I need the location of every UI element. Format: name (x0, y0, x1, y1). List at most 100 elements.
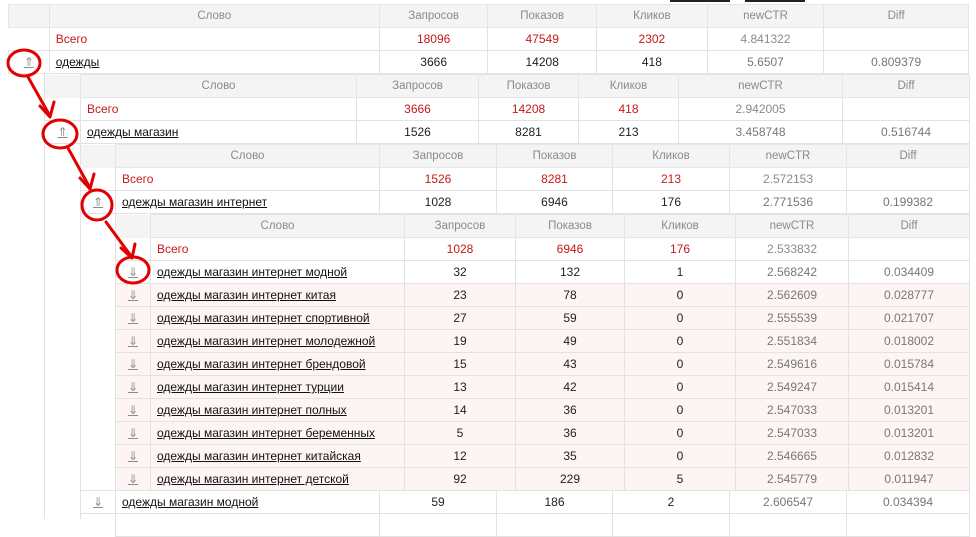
level3-table: Слово Запросов Показов Кликов newCTR Dif… (80, 144, 970, 214)
arrow-down-icon[interactable]: ⇓ (128, 380, 138, 394)
header-word[interactable]: Слово (150, 214, 405, 238)
row-word-link[interactable]: одежды магазин интернет спортивной (157, 311, 370, 325)
row-word-link[interactable]: одежды магазин интернет молодежной (157, 334, 375, 348)
header-shows[interactable]: Показов (496, 144, 613, 168)
header-diff[interactable]: Diff (846, 144, 970, 168)
row-word-link[interactable]: одежды магазин интернет китайская (157, 449, 361, 463)
arrow-down-icon[interactable]: ⇓ (128, 426, 138, 440)
row-word-link[interactable]: одежды (56, 55, 100, 69)
total-shows: 14208 (478, 97, 579, 121)
row-diff: 0.199382 (846, 190, 970, 214)
expand-button[interactable]: ⇓ (115, 329, 151, 353)
row-word-link[interactable]: одежды магазин (87, 125, 178, 139)
expand-button[interactable]: ⇓ (115, 306, 151, 330)
expand-button[interactable]: ⇓ (115, 283, 151, 307)
row-word: одежды магазин интернет турции (150, 375, 405, 399)
row-queries: 15 (404, 352, 516, 376)
expand-button[interactable]: ⇓ (115, 467, 151, 491)
total-ctr: 4.841322 (706, 27, 825, 51)
arrow-up-icon[interactable]: ⇑ (57, 125, 67, 139)
header-shows[interactable]: Показов (487, 4, 597, 28)
collapse-button[interactable]: ⇑ (8, 50, 50, 74)
header-ctr[interactable]: newCTR (729, 144, 847, 168)
table-header: Слово Запросов Показов Кликов newCTR Dif… (80, 144, 970, 168)
row-word-link[interactable]: одежды магазин интернет детской (157, 472, 349, 486)
row-word: одежды магазин интернет брендовой (150, 352, 405, 376)
header-ctr[interactable]: newCTR (735, 214, 849, 238)
row-word-link[interactable]: одежды магазин интернет полных (157, 403, 347, 417)
total-label: Всего (150, 237, 405, 261)
arrow-up-icon[interactable]: ⇑ (93, 195, 103, 209)
row-word-link[interactable]: одежды магазин интернет турции (157, 380, 344, 394)
arrow-down-icon[interactable]: ⇓ (93, 495, 103, 509)
row-word-link[interactable]: одежды магазин интернет модной (157, 265, 347, 279)
arrow-down-icon[interactable]: ⇓ (128, 288, 138, 302)
arrow-down-icon[interactable]: ⇓ (128, 334, 138, 348)
row-shows: 8281 (478, 120, 579, 144)
row-word-link[interactable]: одежды магазин интернет (122, 195, 267, 209)
arrow-down-icon[interactable]: ⇓ (128, 403, 138, 417)
table-row: ⇓ одежды магазин интернет китая 23 78 0 2.562… (115, 283, 970, 307)
header-diff[interactable]: Diff (823, 4, 969, 28)
collapse-button[interactable]: ⇑ (80, 190, 116, 214)
header-diff[interactable]: Diff (848, 214, 970, 238)
header-shows[interactable]: Показов (515, 214, 625, 238)
row-ctr: 2.549616 (735, 352, 849, 376)
expand-button[interactable]: ⇓ (115, 421, 151, 445)
table-row: ⇑ одежды магазин 1526 8281 213 3.458748 … (44, 120, 970, 144)
arrow-up-icon[interactable]: ⇑ (24, 55, 34, 69)
row-clicks: 0 (624, 306, 736, 330)
header-queries[interactable]: Запросов (379, 144, 497, 168)
top-strip (670, 0, 730, 2)
row-shows: 36 (515, 398, 625, 422)
header-ctr[interactable]: newCTR (678, 74, 843, 98)
row-word: одежды магазин (80, 120, 357, 144)
header-word[interactable]: Слово (48, 4, 380, 28)
header-shows[interactable]: Показов (478, 74, 579, 98)
row-shows: 78 (515, 283, 625, 307)
header-queries[interactable]: Запросов (356, 74, 479, 98)
expand-button[interactable]: ⇓ (115, 444, 151, 468)
header-queries[interactable]: Запросов (378, 4, 489, 28)
row-shows: 59 (515, 306, 625, 330)
row-word: одежды магазин интернет беременных (150, 421, 405, 445)
row-ctr: 2.606547 (729, 490, 847, 514)
row-diff: 0.015784 (848, 352, 970, 376)
header-diff[interactable]: Diff (842, 74, 970, 98)
table-row: ⇓ одежды магазин интернет детской 92 229 5 2.… (115, 467, 970, 491)
arrow-down-icon[interactable]: ⇓ (128, 472, 138, 486)
expand-button[interactable]: ⇓ (115, 352, 151, 376)
header-clicks[interactable]: Кликов (578, 74, 679, 98)
arrow-down-icon[interactable]: ⇓ (128, 265, 138, 279)
expand-button[interactable]: ⇓ (80, 490, 116, 514)
arrow-down-icon[interactable]: ⇓ (128, 311, 138, 325)
header-ctr[interactable]: newCTR (706, 4, 825, 28)
row-word-link[interactable]: одежды магазин интернет беременных (157, 426, 375, 440)
row-queries: 5 (404, 421, 516, 445)
row-queries: 32 (404, 260, 516, 284)
row-word-link[interactable]: одежды магазин интернет брендовой (157, 357, 366, 371)
arrow-down-icon[interactable]: ⇓ (128, 449, 138, 463)
arrow-down-icon[interactable]: ⇓ (128, 357, 138, 371)
row-ctr: 3.458748 (678, 120, 843, 144)
row-diff: 0.013201 (848, 421, 970, 445)
expand-button[interactable]: ⇓ (115, 398, 151, 422)
header-clicks[interactable]: Кликов (624, 214, 736, 238)
expand-button[interactable]: ⇓ (115, 260, 151, 284)
header-clicks[interactable]: Кликов (595, 4, 708, 28)
table-row: ⇓ одежды магазин интернет турции 13 42 0 2.54… (115, 375, 970, 399)
row-diff: 0.012832 (848, 444, 970, 468)
total-queries: 18096 (378, 27, 489, 51)
row-queries: 1526 (356, 120, 479, 144)
header-clicks[interactable]: Кликов (612, 144, 730, 168)
collapse-button[interactable]: ⇑ (44, 120, 81, 144)
row-queries: 23 (404, 283, 516, 307)
expand-button[interactable]: ⇓ (115, 375, 151, 399)
header-word[interactable]: Слово (115, 144, 380, 168)
header-word[interactable]: Слово (80, 74, 357, 98)
total-ctr: 2.942005 (678, 97, 843, 121)
row-queries: 59 (379, 490, 497, 514)
row-word-link[interactable]: одежды магазин модной (122, 495, 258, 509)
header-queries[interactable]: Запросов (404, 214, 516, 238)
row-word-link[interactable]: одежды магазин интернет китая (157, 288, 336, 302)
